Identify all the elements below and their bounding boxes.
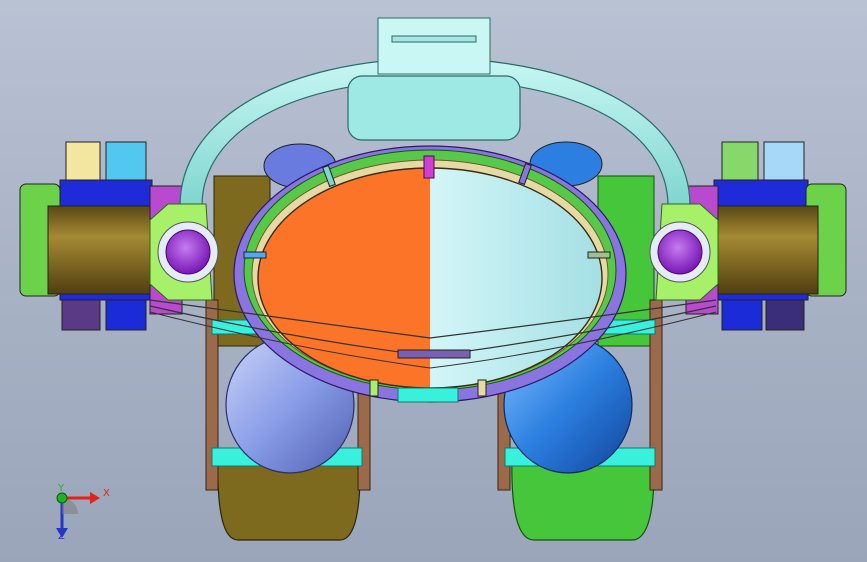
top-cap xyxy=(347,75,521,141)
left-knob xyxy=(165,229,211,275)
tab-left-2 xyxy=(243,251,267,259)
tab-bottom-left xyxy=(369,379,379,397)
bottom-bar xyxy=(397,387,459,403)
tab-right-2 xyxy=(587,251,611,259)
cad-viewport[interactable]: X Y Z xyxy=(0,0,867,562)
assembly-model[interactable] xyxy=(0,0,867,562)
top-tab xyxy=(423,155,435,179)
x-axis-label: X xyxy=(103,488,110,499)
y-axis-label: Y xyxy=(58,483,65,494)
orientation-triad xyxy=(56,492,100,538)
bottom-tab xyxy=(397,349,471,359)
top-bracket xyxy=(377,17,491,75)
tab-bottom-right xyxy=(477,379,487,397)
top-bracket-slot xyxy=(391,35,477,43)
right-knob xyxy=(657,229,703,275)
y-axis-dot xyxy=(56,492,68,504)
x-axis-arrow xyxy=(90,492,100,504)
z-axis-label: Z xyxy=(58,531,65,542)
